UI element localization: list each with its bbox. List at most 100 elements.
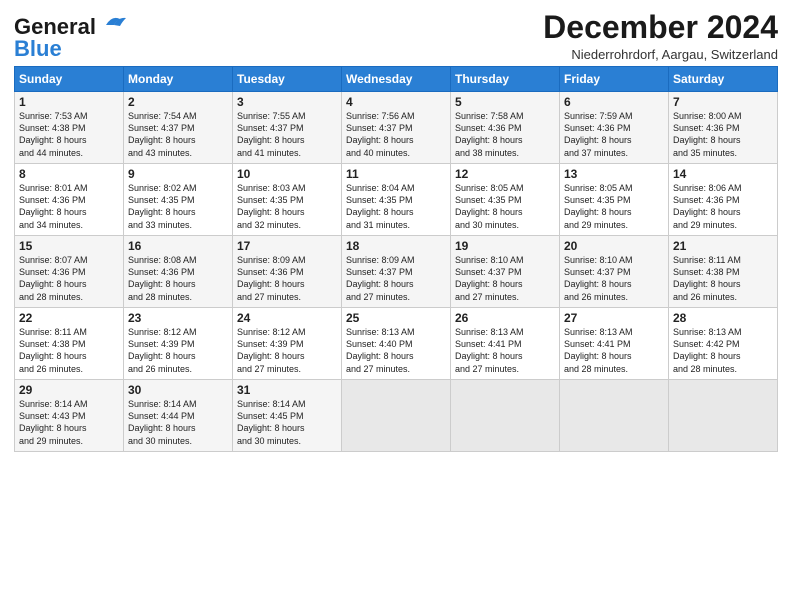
day-number: 4 — [346, 95, 446, 109]
calendar-day-cell: 23Sunrise: 8:12 AM Sunset: 4:39 PM Dayli… — [124, 308, 233, 380]
calendar-day-cell: 5Sunrise: 7:58 AM Sunset: 4:36 PM Daylig… — [451, 92, 560, 164]
day-info: Sunrise: 8:09 AM Sunset: 4:37 PM Dayligh… — [346, 254, 446, 303]
calendar-body: 1Sunrise: 7:53 AM Sunset: 4:38 PM Daylig… — [15, 92, 778, 452]
calendar-day-cell: 20Sunrise: 8:10 AM Sunset: 4:37 PM Dayli… — [560, 236, 669, 308]
month-title: December 2024 — [543, 10, 778, 45]
day-info: Sunrise: 8:13 AM Sunset: 4:41 PM Dayligh… — [564, 326, 664, 375]
day-info: Sunrise: 7:56 AM Sunset: 4:37 PM Dayligh… — [346, 110, 446, 159]
day-info: Sunrise: 8:12 AM Sunset: 4:39 PM Dayligh… — [128, 326, 228, 375]
location: Niederrohrdorf, Aargau, Switzerland — [543, 47, 778, 62]
day-info: Sunrise: 7:53 AM Sunset: 4:38 PM Dayligh… — [19, 110, 119, 159]
day-number: 18 — [346, 239, 446, 253]
day-info: Sunrise: 8:13 AM Sunset: 4:40 PM Dayligh… — [346, 326, 446, 375]
calendar-week-row: 15Sunrise: 8:07 AM Sunset: 4:36 PM Dayli… — [15, 236, 778, 308]
calendar-day-cell: 10Sunrise: 8:03 AM Sunset: 4:35 PM Dayli… — [233, 164, 342, 236]
day-number: 20 — [564, 239, 664, 253]
day-info: Sunrise: 7:55 AM Sunset: 4:37 PM Dayligh… — [237, 110, 337, 159]
day-number: 24 — [237, 311, 337, 325]
day-info: Sunrise: 8:13 AM Sunset: 4:41 PM Dayligh… — [455, 326, 555, 375]
day-info: Sunrise: 8:04 AM Sunset: 4:35 PM Dayligh… — [346, 182, 446, 231]
day-number: 8 — [19, 167, 119, 181]
title-block: December 2024 Niederrohrdorf, Aargau, Sw… — [543, 10, 778, 62]
calendar-header-cell: Wednesday — [342, 67, 451, 92]
calendar-week-row: 29Sunrise: 8:14 AM Sunset: 4:43 PM Dayli… — [15, 380, 778, 452]
day-number: 1 — [19, 95, 119, 109]
calendar-day-cell: 7Sunrise: 8:00 AM Sunset: 4:36 PM Daylig… — [669, 92, 778, 164]
day-number: 13 — [564, 167, 664, 181]
calendar-day-cell: 14Sunrise: 8:06 AM Sunset: 4:36 PM Dayli… — [669, 164, 778, 236]
calendar-header-cell: Thursday — [451, 67, 560, 92]
day-number: 26 — [455, 311, 555, 325]
calendar-table: SundayMondayTuesdayWednesdayThursdayFrid… — [14, 66, 778, 452]
calendar-week-row: 22Sunrise: 8:11 AM Sunset: 4:38 PM Dayli… — [15, 308, 778, 380]
calendar-day-cell — [560, 380, 669, 452]
day-number: 6 — [564, 95, 664, 109]
day-number: 23 — [128, 311, 228, 325]
day-number: 21 — [673, 239, 773, 253]
day-info: Sunrise: 8:09 AM Sunset: 4:36 PM Dayligh… — [237, 254, 337, 303]
day-number: 7 — [673, 95, 773, 109]
calendar-header-cell: Friday — [560, 67, 669, 92]
day-number: 9 — [128, 167, 228, 181]
day-number: 11 — [346, 167, 446, 181]
calendar-week-row: 8Sunrise: 8:01 AM Sunset: 4:36 PM Daylig… — [15, 164, 778, 236]
day-number: 17 — [237, 239, 337, 253]
calendar-week-row: 1Sunrise: 7:53 AM Sunset: 4:38 PM Daylig… — [15, 92, 778, 164]
calendar-day-cell: 22Sunrise: 8:11 AM Sunset: 4:38 PM Dayli… — [15, 308, 124, 380]
day-info: Sunrise: 8:10 AM Sunset: 4:37 PM Dayligh… — [455, 254, 555, 303]
calendar-day-cell: 6Sunrise: 7:59 AM Sunset: 4:36 PM Daylig… — [560, 92, 669, 164]
logo: General Blue — [14, 14, 128, 62]
day-info: Sunrise: 8:14 AM Sunset: 4:45 PM Dayligh… — [237, 398, 337, 447]
day-info: Sunrise: 8:11 AM Sunset: 4:38 PM Dayligh… — [673, 254, 773, 303]
day-info: Sunrise: 7:54 AM Sunset: 4:37 PM Dayligh… — [128, 110, 228, 159]
calendar-day-cell: 3Sunrise: 7:55 AM Sunset: 4:37 PM Daylig… — [233, 92, 342, 164]
logo-blue: Blue — [14, 36, 62, 62]
calendar-day-cell: 12Sunrise: 8:05 AM Sunset: 4:35 PM Dayli… — [451, 164, 560, 236]
calendar-day-cell: 2Sunrise: 7:54 AM Sunset: 4:37 PM Daylig… — [124, 92, 233, 164]
logo-bird-icon — [98, 13, 128, 35]
calendar-day-cell: 16Sunrise: 8:08 AM Sunset: 4:36 PM Dayli… — [124, 236, 233, 308]
day-number: 14 — [673, 167, 773, 181]
calendar-day-cell: 9Sunrise: 8:02 AM Sunset: 4:35 PM Daylig… — [124, 164, 233, 236]
day-info: Sunrise: 8:10 AM Sunset: 4:37 PM Dayligh… — [564, 254, 664, 303]
day-number: 2 — [128, 95, 228, 109]
calendar-day-cell: 31Sunrise: 8:14 AM Sunset: 4:45 PM Dayli… — [233, 380, 342, 452]
day-number: 30 — [128, 383, 228, 397]
calendar-day-cell — [342, 380, 451, 452]
day-info: Sunrise: 8:11 AM Sunset: 4:38 PM Dayligh… — [19, 326, 119, 375]
calendar-day-cell: 24Sunrise: 8:12 AM Sunset: 4:39 PM Dayli… — [233, 308, 342, 380]
calendar-day-cell: 18Sunrise: 8:09 AM Sunset: 4:37 PM Dayli… — [342, 236, 451, 308]
day-number: 3 — [237, 95, 337, 109]
day-number: 22 — [19, 311, 119, 325]
calendar-header-row: SundayMondayTuesdayWednesdayThursdayFrid… — [15, 67, 778, 92]
day-info: Sunrise: 8:01 AM Sunset: 4:36 PM Dayligh… — [19, 182, 119, 231]
calendar-day-cell: 25Sunrise: 8:13 AM Sunset: 4:40 PM Dayli… — [342, 308, 451, 380]
day-info: Sunrise: 8:02 AM Sunset: 4:35 PM Dayligh… — [128, 182, 228, 231]
calendar-day-cell: 29Sunrise: 8:14 AM Sunset: 4:43 PM Dayli… — [15, 380, 124, 452]
day-number: 27 — [564, 311, 664, 325]
calendar-day-cell — [669, 380, 778, 452]
day-info: Sunrise: 7:58 AM Sunset: 4:36 PM Dayligh… — [455, 110, 555, 159]
calendar-day-cell: 11Sunrise: 8:04 AM Sunset: 4:35 PM Dayli… — [342, 164, 451, 236]
day-number: 29 — [19, 383, 119, 397]
day-info: Sunrise: 8:03 AM Sunset: 4:35 PM Dayligh… — [237, 182, 337, 231]
calendar-day-cell: 8Sunrise: 8:01 AM Sunset: 4:36 PM Daylig… — [15, 164, 124, 236]
calendar-header-cell: Saturday — [669, 67, 778, 92]
calendar-day-cell: 21Sunrise: 8:11 AM Sunset: 4:38 PM Dayli… — [669, 236, 778, 308]
day-number: 25 — [346, 311, 446, 325]
day-info: Sunrise: 8:00 AM Sunset: 4:36 PM Dayligh… — [673, 110, 773, 159]
header: General Blue December 2024 Niederrohrdor… — [14, 10, 778, 62]
day-info: Sunrise: 8:08 AM Sunset: 4:36 PM Dayligh… — [128, 254, 228, 303]
day-number: 10 — [237, 167, 337, 181]
calendar-day-cell: 27Sunrise: 8:13 AM Sunset: 4:41 PM Dayli… — [560, 308, 669, 380]
calendar-day-cell: 26Sunrise: 8:13 AM Sunset: 4:41 PM Dayli… — [451, 308, 560, 380]
calendar-day-cell: 30Sunrise: 8:14 AM Sunset: 4:44 PM Dayli… — [124, 380, 233, 452]
calendar-day-cell: 28Sunrise: 8:13 AM Sunset: 4:42 PM Dayli… — [669, 308, 778, 380]
day-info: Sunrise: 8:13 AM Sunset: 4:42 PM Dayligh… — [673, 326, 773, 375]
calendar-day-cell: 1Sunrise: 7:53 AM Sunset: 4:38 PM Daylig… — [15, 92, 124, 164]
page-container: General Blue December 2024 Niederrohrdor… — [0, 0, 792, 460]
day-info: Sunrise: 8:05 AM Sunset: 4:35 PM Dayligh… — [564, 182, 664, 231]
calendar-header-cell: Sunday — [15, 67, 124, 92]
calendar-day-cell: 17Sunrise: 8:09 AM Sunset: 4:36 PM Dayli… — [233, 236, 342, 308]
day-number: 15 — [19, 239, 119, 253]
